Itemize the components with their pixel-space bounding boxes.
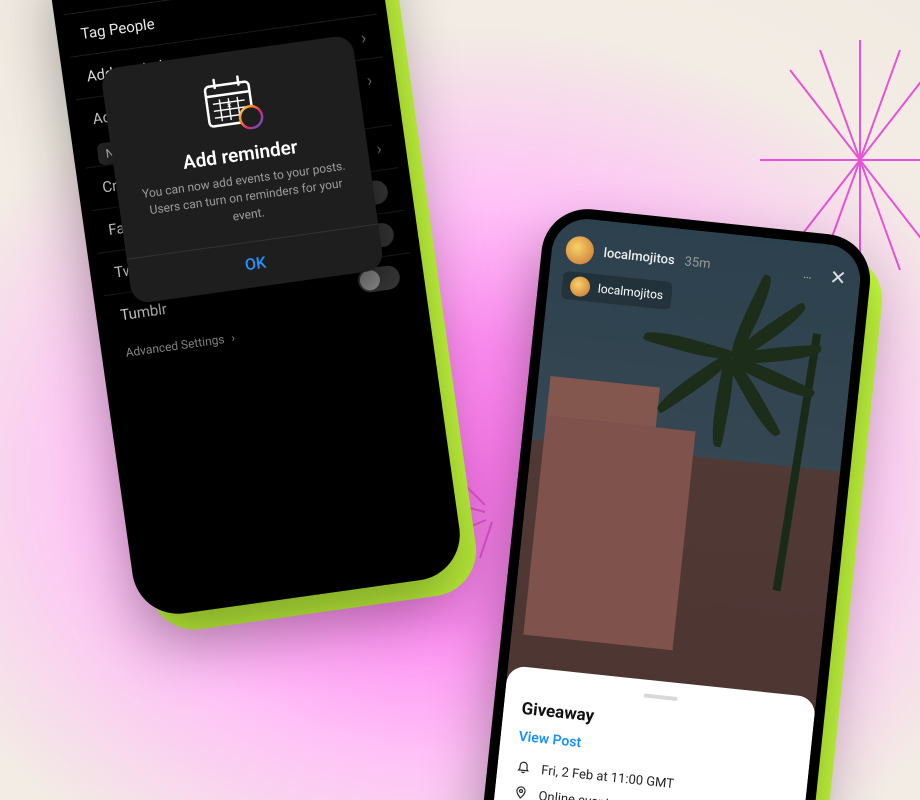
phone-compose: Tag People › Add reminder › Add Location… [44,0,465,620]
chevron-right-icon: › [353,0,361,6]
phone-story: localmojitos 35m … ✕ localmojitos Giveaw… [475,205,874,800]
modal-ok-label: OK [244,253,268,275]
add-reminder-modal: × Add reminder You can now add events to… [100,34,385,304]
row-label: Tag People [80,15,156,43]
event-location: Online event [538,789,610,800]
chevron-right-icon: › [375,138,383,160]
story-screen: localmojitos 35m … ✕ localmojitos Giveaw… [486,216,863,800]
story-time: 35m [684,254,711,272]
sheet-grabber[interactable] [643,693,677,701]
advanced-settings-label: Advanced Settings [125,332,226,360]
story-username[interactable]: localmojitos [603,245,676,267]
close-icon[interactable]: ✕ [828,265,847,291]
bell-icon [514,759,532,779]
avatar [569,276,591,298]
avatar[interactable] [564,235,595,266]
device-frame: localmojitos 35m … ✕ localmojitos Giveaw… [475,205,874,800]
canvas: Tag People › Add reminder › Add Location… [0,0,920,800]
row-label: Tumblr [119,300,168,324]
chevron-right-icon: › [359,27,367,49]
mention-username: localmojitos [597,281,664,302]
compose-screen: Tag People › Add reminder › Add Location… [56,0,455,608]
event-time: Fri, 2 Feb at 11:00 GMT [541,763,675,792]
location-pin-icon [512,784,530,800]
chevron-right-icon: › [365,70,373,92]
more-icon[interactable]: … [802,266,814,282]
chevron-right-icon: › [230,331,236,345]
